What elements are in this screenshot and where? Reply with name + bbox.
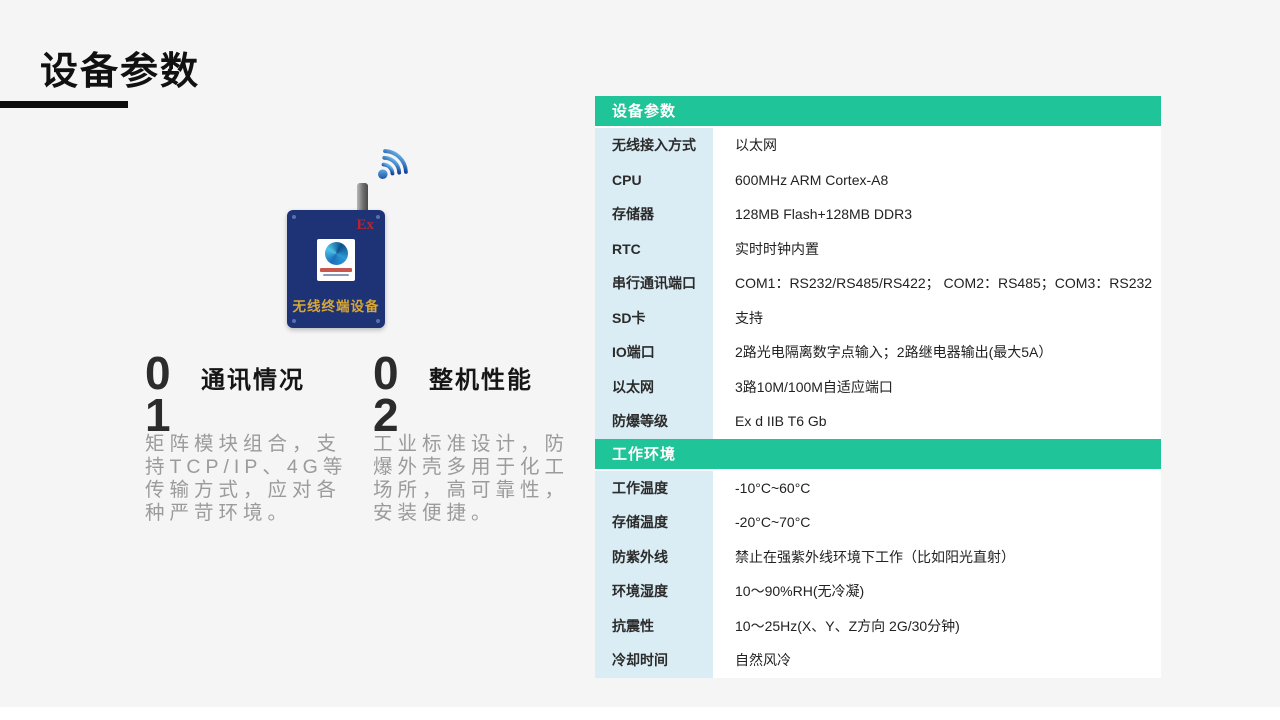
param-value: COM1：RS232/RS485/RS422； COM2：RS485；COM3：… [713,266,1161,301]
table-row: 环境湿度10～90%RH(无冷凝) [595,574,1161,609]
feature-performance: 02 整机性能 工业标准设计，防爆外壳多用于化工场所，高可靠性，安装便捷。 [373,352,579,525]
param-value: 实时时钟内置 [713,232,1161,267]
logo-subtext-decoration [323,274,349,276]
table-row: SD卡支持 [595,301,1161,336]
param-label: RTC [595,232,713,267]
feature-number: 01 [145,352,175,436]
feature-number: 02 [373,352,403,436]
table-row: 存储温度-20°C~70°C [595,505,1161,540]
wifi-icon [364,139,418,193]
param-value: 2路光电隔离数字点输入；2路继电器输出(最大5A） [713,335,1161,370]
param-value: -10°C~60°C [713,471,1161,506]
param-label: 工作温度 [595,471,713,506]
param-label: 串行通讯端口 [595,266,713,301]
param-value: 600MHz ARM Cortex-A8 [713,163,1161,198]
device-image: Ex 无线终端设备 [287,210,385,328]
title-underline [0,101,128,108]
spec-table: 设备参数无线接入方式以太网CPU600MHz ARM Cortex-A8存储器1… [595,96,1161,678]
logo-swirl-icon [325,242,348,265]
table-row: 存储器128MB Flash+128MB DDR3 [595,197,1161,232]
param-value: 3路10M/100M自适应端口 [713,370,1161,405]
param-value: 以太网 [713,128,1161,163]
param-label: 无线接入方式 [595,128,713,163]
param-label: CPU [595,163,713,198]
screw-icon [376,215,380,219]
device-name-label: 无线终端设备 [287,295,385,315]
feature-title: 整机性能 [373,352,579,395]
feature-title: 通讯情况 [145,352,361,395]
param-label: 存储器 [595,197,713,232]
table-row: 以太网3路10M/100M自适应端口 [595,370,1161,405]
param-value: -20°C~70°C [713,505,1161,540]
feature-communication: 01 通讯情况 矩阵模块组合，支持TCP/IP、4G等传输方式，应对各种严苛环境… [145,352,361,525]
param-label: 冷却时间 [595,643,713,678]
bottom-margin [0,707,1280,720]
screw-icon [292,215,296,219]
param-label: SD卡 [595,301,713,336]
table-row: 串行通讯端口COM1：RS232/RS485/RS422； COM2：RS485… [595,266,1161,301]
table-row: CPU600MHz ARM Cortex-A8 [595,163,1161,198]
table-row: 冷却时间自然风冷 [595,643,1161,678]
param-label: 以太网 [595,370,713,405]
page-title: 设备参数 [40,40,200,95]
logo-text-decoration [320,268,352,272]
company-logo [317,239,355,281]
param-label: 环境湿度 [595,574,713,609]
param-value: 自然风冷 [713,643,1161,678]
screw-icon [292,319,296,323]
table-row: 抗震性10～25Hz(X、Y、Z方向 2G/30分钟) [595,609,1161,644]
table-row: 无线接入方式以太网 [595,128,1161,163]
param-value: 10～90%RH(无冷凝) [713,574,1161,609]
param-value: Ex d IIB T6 Gb [713,404,1161,439]
table-row: 防紫外线禁止在强紫外线环境下工作（比如阳光直射） [595,540,1161,575]
param-label: 防紫外线 [595,540,713,575]
feature-description: 矩阵模块组合，支持TCP/IP、4G等传输方式，应对各种严苛环境。 [145,433,361,525]
table-section-header: 工作环境 [595,439,1161,471]
param-value: 128MB Flash+128MB DDR3 [713,197,1161,232]
ex-rating-label: Ex [356,217,374,234]
param-value: 10～25Hz(X、Y、Z方向 2G/30分钟) [713,609,1161,644]
table-row: 工作温度-10°C~60°C [595,471,1161,506]
table-row: 防爆等级Ex d IIB T6 Gb [595,404,1161,439]
param-label: 抗震性 [595,609,713,644]
table-row: IO端口2路光电隔离数字点输入；2路继电器输出(最大5A） [595,335,1161,370]
param-value: 禁止在强紫外线环境下工作（比如阳光直射） [713,540,1161,575]
param-label: 防爆等级 [595,404,713,439]
screw-icon [376,319,380,323]
antenna [357,183,368,212]
param-value: 支持 [713,301,1161,336]
table-section-header: 设备参数 [595,96,1161,128]
param-label: IO端口 [595,335,713,370]
feature-description: 工业标准设计，防爆外壳多用于化工场所，高可靠性，安装便捷。 [373,433,579,525]
param-label: 存储温度 [595,505,713,540]
table-row: RTC实时时钟内置 [595,232,1161,267]
